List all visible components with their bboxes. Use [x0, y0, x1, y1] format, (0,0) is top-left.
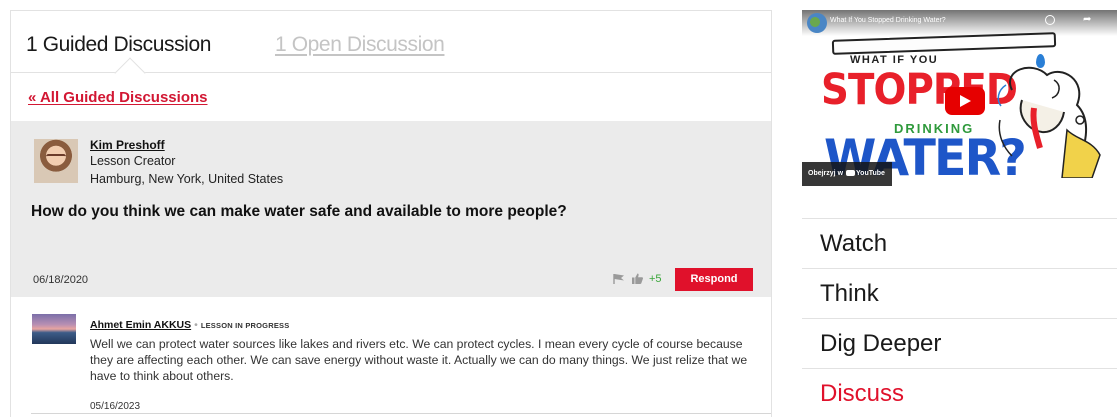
avatar-glasses: [46, 154, 66, 159]
author-location: Hamburg, New York, United States: [90, 172, 284, 186]
tab-guided-discussion[interactable]: 1 Guided Discussion: [26, 33, 211, 57]
lesson-nav: Watch Think Dig Deeper Discuss: [802, 218, 1117, 417]
thumbs-up-icon[interactable]: [632, 273, 643, 284]
watch-later-icon[interactable]: [1045, 15, 1055, 25]
watch-on-label: Obejrzyj w: [808, 170, 844, 177]
reply-date: 05/16/2023: [90, 401, 141, 412]
flag-icon[interactable]: [613, 273, 625, 284]
active-tab-caret: [114, 57, 146, 89]
author-name[interactable]: Kim Preshoff: [90, 138, 165, 152]
nav-item-think[interactable]: Think: [802, 269, 1117, 319]
author-role: Lesson Creator: [90, 154, 176, 168]
like-count: +5: [649, 273, 662, 285]
channel-logo[interactable]: [807, 13, 827, 33]
discussion-tabs: 1 Guided Discussion 1 Open Discussion: [11, 11, 771, 89]
reply-text: Well we can protect water sources like l…: [90, 337, 748, 383]
tab-open-discussion[interactable]: 1 Open Discussion: [275, 33, 445, 57]
video-title-bar: What If You Stopped Drinking Water? ➦: [802, 10, 1117, 36]
question-card: Kim Preshoff Lesson Creator Hamburg, New…: [11, 121, 771, 297]
video-title[interactable]: What If You Stopped Drinking Water?: [830, 17, 946, 24]
nav-item-discuss[interactable]: Discuss: [802, 369, 1117, 417]
question-date: 06/18/2020: [33, 274, 89, 286]
avatar[interactable]: [34, 139, 78, 183]
video-embed[interactable]: WHAT IF YOU STOPPED DRINKING WATER? What…: [802, 10, 1117, 189]
nav-item-dig-deeper[interactable]: Dig Deeper: [802, 319, 1117, 369]
watch-on-brand: YouTube: [856, 170, 885, 177]
share-icon[interactable]: ➦: [1083, 14, 1091, 25]
reply-divider: [31, 413, 771, 414]
reply-author-name[interactable]: Ahmet Emin AKKUS: [90, 319, 191, 331]
avatar[interactable]: [32, 314, 76, 344]
nav-item-watch[interactable]: Watch: [802, 219, 1117, 269]
reply-status-badge: LESSON IN PROGRESS: [200, 321, 290, 330]
respond-button[interactable]: Respond: [675, 268, 753, 291]
youtube-logo-icon: [846, 170, 856, 177]
all-guided-discussions-link[interactable]: « All Guided Discussions: [28, 89, 208, 106]
reply-item: Ahmet Emin AKKUS • LESSON IN PROGRESS Well…: [11, 297, 771, 417]
discussion-panel: 1 Guided Discussion 1 Open Discussion « …: [10, 10, 772, 417]
play-button-icon[interactable]: [945, 87, 985, 115]
thumbnail-line-2: STOPPED: [821, 65, 1018, 115]
reply-separator: •: [194, 319, 198, 331]
question-text: How do you think we can make water safe …: [31, 203, 567, 220]
watch-on-youtube-button[interactable]: Obejrzyj w YouTube: [802, 162, 892, 186]
thirsty-figure-illustration: [997, 66, 1101, 178]
reply-header: Ahmet Emin AKKUS • LESSON IN PROGRESS: [90, 319, 289, 331]
